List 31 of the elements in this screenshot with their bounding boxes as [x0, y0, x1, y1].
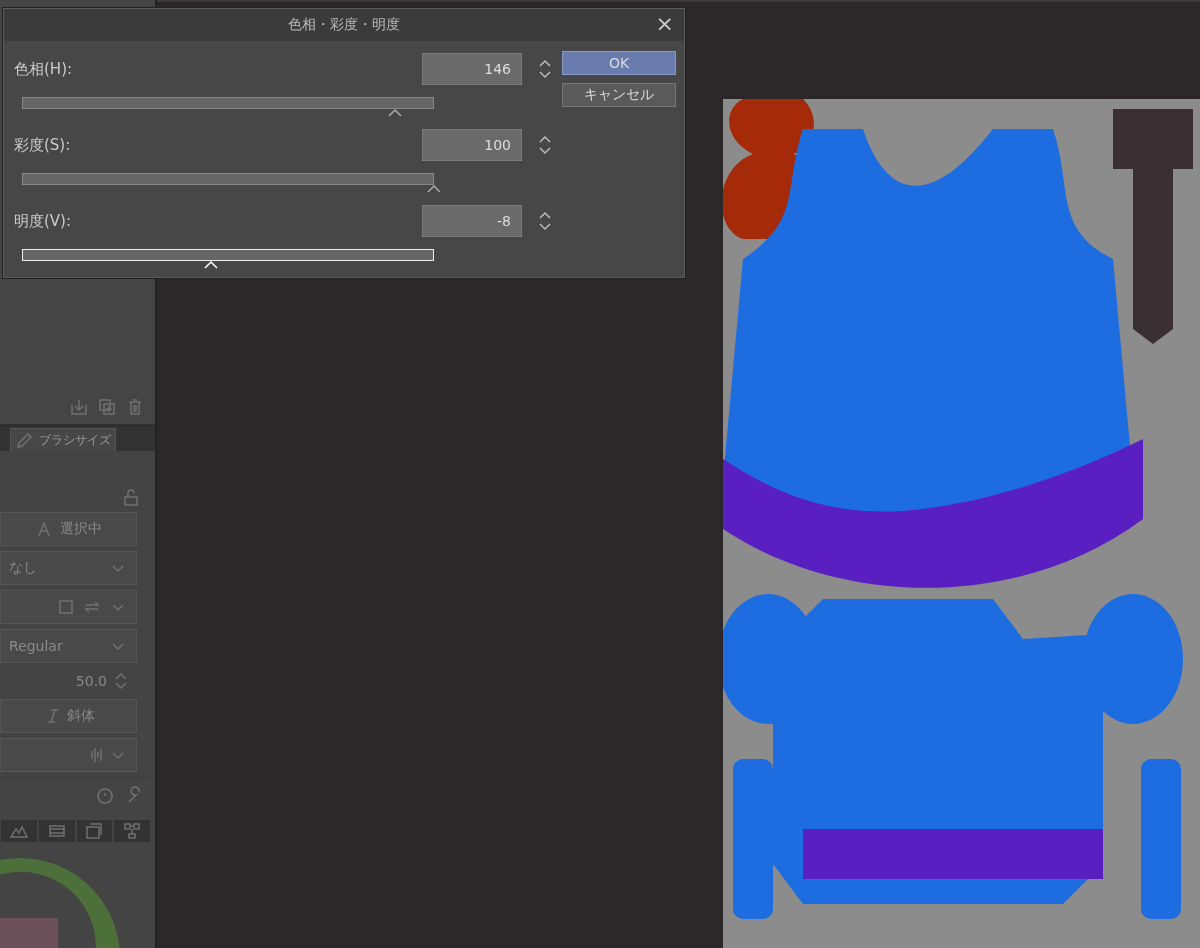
node-tree-icon[interactable] — [122, 821, 143, 841]
brush-size-tab[interactable]: ブラシサイズ — [10, 428, 116, 451]
slider-track[interactable] — [22, 97, 434, 109]
number-field[interactable]: -8 — [422, 205, 522, 237]
brush-icon[interactable] — [15, 430, 35, 450]
slider-track[interactable] — [22, 173, 434, 185]
spin-arrows-icon[interactable] — [538, 133, 552, 157]
slider-thumb[interactable] — [388, 109, 403, 117]
dial-icon[interactable] — [95, 786, 115, 806]
dialog-button[interactable]: OK — [562, 51, 676, 75]
font-style-dropdown[interactable]: Regular — [0, 629, 137, 663]
import-icon[interactable] — [69, 397, 89, 418]
number-field[interactable]: 100 — [422, 129, 522, 161]
italic-button[interactable]: 斜体 — [0, 699, 137, 733]
window-icon[interactable] — [84, 821, 105, 841]
slider-thumb[interactable] — [427, 185, 441, 193]
slider-label: 彩度(S): — [14, 135, 72, 155]
slider-label: 色相(H): — [14, 59, 74, 79]
text-layer-field[interactable]: 選択中 — [0, 512, 137, 546]
dropdown[interactable]: なし — [0, 551, 137, 585]
slider-label: 明度(V): — [14, 211, 73, 231]
dialog-button[interactable]: キャンセル — [562, 83, 676, 107]
spin-arrows-icon[interactable] — [538, 209, 552, 233]
spin-arrows-icon[interactable] — [538, 57, 552, 81]
dialog-title: 色相・彩度・明度 — [288, 16, 400, 34]
square-icon[interactable] — [56, 597, 76, 617]
size-value[interactable]: 50.0 — [75, 673, 107, 689]
number-field[interactable]: 146 — [422, 53, 522, 85]
duplicate-layer-icon[interactable] — [97, 397, 117, 418]
close-button[interactable]: × — [651, 13, 678, 35]
lock-icon[interactable] — [121, 487, 141, 507]
